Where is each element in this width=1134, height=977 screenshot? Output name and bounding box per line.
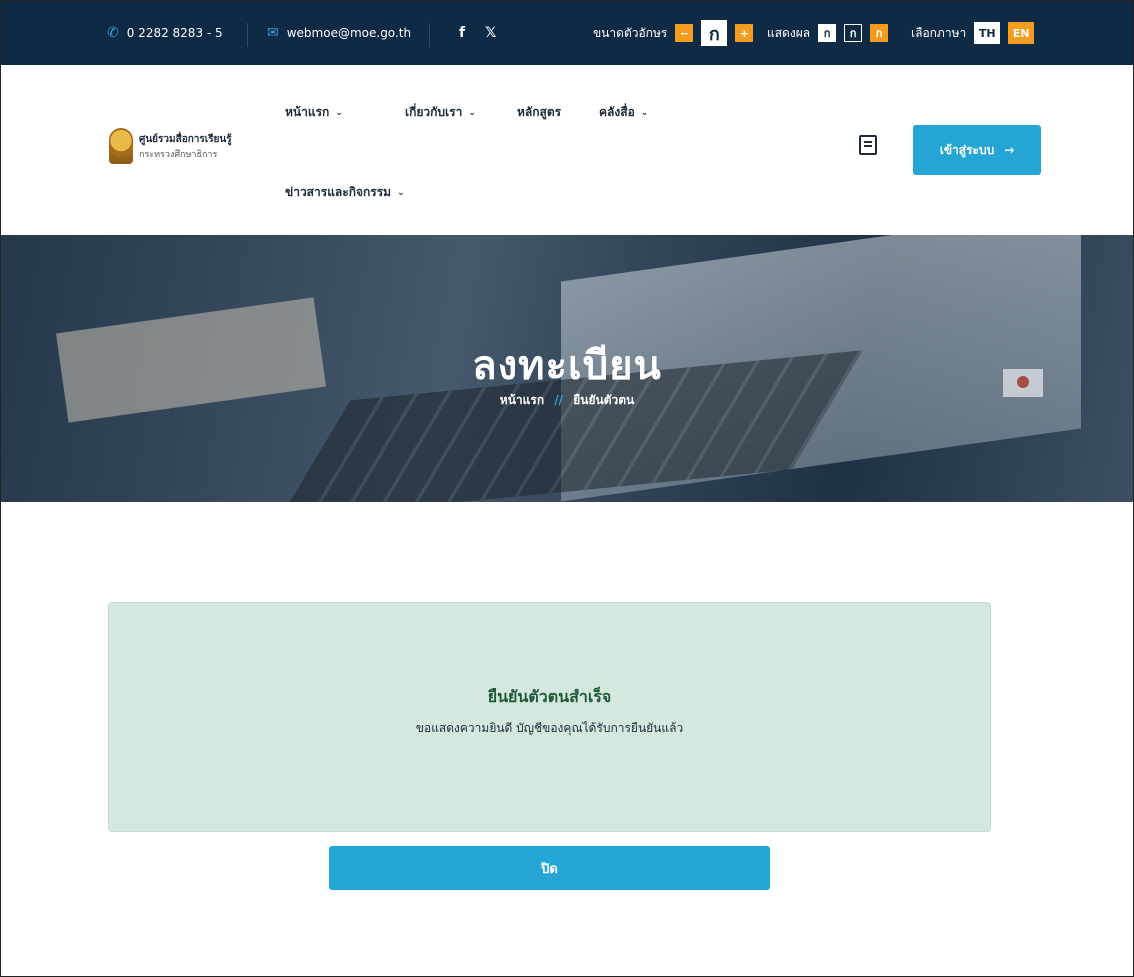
login-button[interactable]: เข้าสู่ระบบ → (913, 125, 1041, 175)
font-size-controls: ขนาดตัวอักษร − ก + (593, 1, 754, 65)
facebook-icon[interactable]: f (459, 25, 465, 41)
site-header: ศูนย์รวมสื่อการเรียนรู้ กระทรวงศึกษาธิกา… (1, 65, 1133, 235)
chevron-down-icon: ⌄ (397, 187, 405, 198)
phone-contact[interactable]: ✆ 0 2282 8283 - 5 (107, 1, 223, 65)
font-decrease-button[interactable]: − (675, 24, 694, 42)
success-message: ขอแสดงความยินดี บัญชีของคุณได้รับการยืนย… (415, 721, 684, 735)
page-hero: ลงทะเบียน หน้าแรก // ยืนยันตัวตน (1, 235, 1133, 502)
nav-about-label: เกี่ยวกับเรา (405, 105, 463, 119)
breadcrumb-current: ยืนยันตัวตน (573, 393, 635, 407)
chevron-down-icon: ⌄ (335, 107, 343, 118)
nav-home[interactable]: หน้าแรก ⌄ (285, 103, 343, 122)
site-logo[interactable]: ศูนย์รวมสื่อการเรียนรู้ กระทรวงศึกษาธิกา… (109, 128, 232, 164)
divider (429, 23, 430, 47)
close-button[interactable]: ปิด (329, 846, 770, 890)
display-controls: แสดงผล ก ก ก (767, 1, 889, 65)
display-dark-button[interactable]: ก (844, 24, 863, 42)
font-increase-button[interactable]: + (735, 24, 754, 42)
font-normal-button[interactable]: ก (701, 20, 728, 46)
display-label: แสดงผล (767, 25, 811, 40)
breadcrumb-separator: // (554, 393, 564, 407)
book-icon[interactable] (859, 135, 877, 155)
phone-icon: ✆ (107, 25, 119, 41)
nav-home-label: หน้าแรก (285, 105, 330, 119)
login-label: เข้าสู่ระบบ (939, 142, 995, 157)
display-normal-button[interactable]: ก (818, 24, 837, 42)
ministry-emblem (109, 128, 133, 164)
nav-news-label: ข่าวสารและกิจกรรม (285, 185, 392, 199)
nav-media-library[interactable]: คลังสื่อ ⌄ (599, 103, 648, 122)
language-label: เลือกภาษา (911, 25, 967, 40)
nav-news[interactable]: ข่าวสารและกิจกรรม ⌄ (285, 183, 405, 202)
chevron-down-icon: ⌄ (640, 107, 649, 118)
email-contact[interactable]: ✉ webmoe@moe.go.th (267, 1, 411, 65)
success-title: ยืนยันตัวตนสำเร็จ (487, 687, 612, 706)
top-bar: ✆ 0 2282 8283 - 5 ✉ webmoe@moe.go.th f 𝕏… (1, 1, 1133, 65)
divider (247, 23, 248, 47)
mail-icon: ✉ (267, 25, 279, 41)
language-th-button[interactable]: TH (974, 22, 1001, 44)
display-contrast-button[interactable]: ก (870, 24, 889, 42)
language-en-button[interactable]: EN (1008, 22, 1035, 44)
email-address: webmoe@moe.go.th (286, 26, 412, 40)
language-controls: เลือกภาษา TH EN (911, 1, 1035, 65)
logo-title: ศูนย์รวมสื่อการเรียนรู้ (139, 133, 232, 145)
page-title: ลงทะเบียน (472, 343, 662, 389)
success-alert: ยืนยันตัวตนสำเร็จ ขอแสดงความยินดี บัญชีข… (108, 602, 991, 832)
breadcrumb-home[interactable]: หน้าแรก (500, 393, 544, 407)
page: ✆ 0 2282 8283 - 5 ✉ webmoe@moe.go.th f 𝕏… (0, 0, 1134, 977)
breadcrumb: หน้าแรก // ยืนยันตัวตน (1, 391, 1133, 410)
nav-curriculum-label: หลักสูตร (517, 105, 562, 119)
nav-media-library-label: คลังสื่อ (599, 105, 635, 119)
logo-subtitle: กระทรวงศึกษาธิการ (139, 149, 218, 160)
font-size-label: ขนาดตัวอักษร (593, 25, 668, 40)
arrow-right-icon: → (1004, 143, 1015, 157)
nav-about[interactable]: เกี่ยวกับเรา ⌄ (405, 103, 476, 122)
twitter-icon[interactable]: 𝕏 (485, 25, 496, 41)
logo-text: ศูนย์รวมสื่อการเรียนรู้ กระทรวงศึกษาธิกา… (139, 132, 232, 161)
nav-curriculum[interactable]: หลักสูตร (517, 103, 561, 122)
chevron-down-icon: ⌄ (468, 107, 476, 118)
social-links: f 𝕏 (459, 1, 508, 65)
phone-number: 0 2282 8283 - 5 (126, 26, 223, 40)
